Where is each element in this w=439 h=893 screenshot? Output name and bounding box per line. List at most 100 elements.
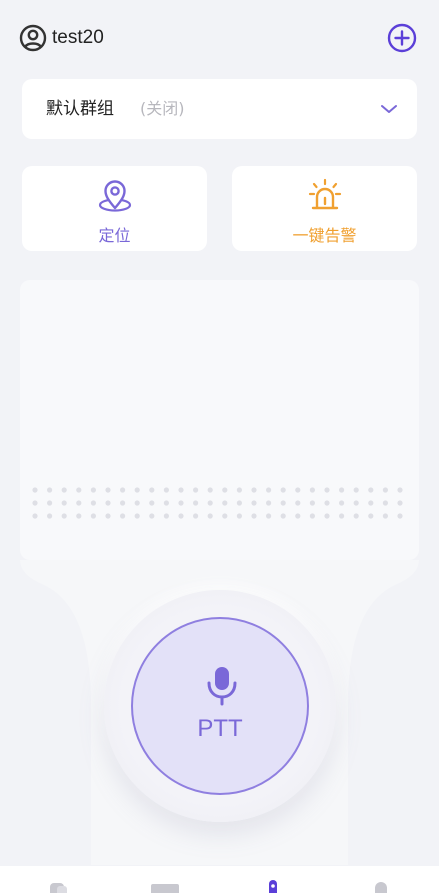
alarm-light-icon — [308, 178, 341, 210]
wave-dot — [382, 487, 388, 493]
wave-dot — [90, 513, 96, 519]
wave-dot — [178, 500, 184, 506]
wave-dot — [339, 500, 345, 506]
wave-dot — [382, 500, 388, 506]
wave-dot — [47, 513, 53, 519]
wave-dot — [266, 513, 272, 519]
alarm-label: 一键告警 — [292, 226, 357, 245]
wave-dot — [324, 500, 330, 506]
wave-dot — [295, 500, 301, 506]
wave-dot — [105, 513, 111, 519]
bottom-nav — [0, 866, 439, 893]
wave-dot — [120, 513, 126, 519]
wave-dot — [90, 500, 96, 506]
user-circle-icon[interactable] — [19, 24, 47, 52]
wave-dot — [266, 487, 272, 493]
wave-dot — [193, 500, 199, 506]
wave-dot — [149, 513, 155, 519]
wave-dot — [163, 513, 169, 519]
wave-dot — [236, 487, 242, 493]
wave-dot — [280, 487, 286, 493]
wave-dot — [149, 500, 155, 506]
voice-activity-panel — [20, 280, 419, 560]
talk-icon[interactable] — [258, 880, 288, 893]
wave-dot — [309, 487, 315, 493]
wave-dot — [32, 500, 38, 506]
wave-dot — [120, 487, 126, 493]
wave-dot — [32, 513, 38, 519]
wave-dot — [280, 500, 286, 506]
ptt-button[interactable]: PTT — [131, 617, 309, 795]
wave-dot — [309, 513, 315, 519]
wave-dot — [61, 513, 67, 519]
wave-dot — [324, 487, 330, 493]
wave-dot — [353, 487, 359, 493]
wave-dot — [47, 500, 53, 506]
wave-dot — [193, 487, 199, 493]
wave-dot — [178, 513, 184, 519]
wave-dot — [397, 513, 403, 519]
wave-dot — [134, 500, 140, 506]
wave-dot — [236, 500, 242, 506]
wave-dot — [222, 500, 228, 506]
wave-dot — [309, 500, 315, 506]
wave-dot — [105, 500, 111, 506]
wave-dot — [236, 513, 242, 519]
wave-dot — [295, 513, 301, 519]
wave-dot — [251, 487, 257, 493]
wave-dot — [397, 487, 403, 493]
wave-dot — [368, 487, 374, 493]
wave-dot — [61, 487, 67, 493]
wave-dot — [90, 487, 96, 493]
plus-circle-icon[interactable] — [386, 22, 418, 54]
chevron-down-icon[interactable] — [379, 101, 399, 117]
wave-dot — [134, 513, 140, 519]
location-pin-icon — [98, 180, 131, 212]
wave-dot — [76, 500, 82, 506]
wave-dot — [149, 487, 155, 493]
wave-dot — [207, 513, 213, 519]
microphone-icon — [207, 667, 237, 706]
wave-dot — [222, 513, 228, 519]
wave-dot — [193, 513, 199, 519]
group-status: (关闭) — [140, 99, 185, 118]
wave-dot — [251, 500, 257, 506]
wave-dot — [76, 513, 82, 519]
wave-dot — [76, 487, 82, 493]
wave-dot — [368, 500, 374, 506]
wave-dot — [339, 487, 345, 493]
group-name: 默认群组 — [46, 99, 114, 119]
wave-dot — [353, 500, 359, 506]
wave-dot — [280, 513, 286, 519]
group-selector[interactable]: 默认群组 (关闭) — [22, 79, 417, 139]
wave-dot — [47, 487, 53, 493]
ptt-label: PTT — [197, 715, 243, 742]
wave-dot — [251, 513, 257, 519]
wave-dot — [382, 513, 388, 519]
header: test20 — [0, 0, 439, 74]
wave-dot — [324, 513, 330, 519]
wave-dot — [295, 487, 301, 493]
wave-dot — [266, 500, 272, 506]
waveform-dots — [32, 487, 403, 519]
wave-dot — [207, 500, 213, 506]
profile-icon[interactable] — [366, 880, 396, 893]
wave-dot — [178, 487, 184, 493]
contacts-icon[interactable] — [44, 880, 74, 893]
username: test20 — [52, 27, 104, 48]
wave-dot — [105, 487, 111, 493]
wave-dot — [222, 487, 228, 493]
wave-dot — [134, 487, 140, 493]
wave-dot — [397, 500, 403, 506]
messages-icon[interactable] — [150, 880, 180, 893]
wave-dot — [61, 500, 67, 506]
wave-dot — [368, 513, 374, 519]
locate-label: 定位 — [98, 226, 131, 245]
wave-dot — [339, 513, 345, 519]
wave-dot — [207, 487, 213, 493]
locate-button[interactable]: 定位 — [22, 166, 207, 251]
wave-dot — [163, 487, 169, 493]
wave-dot — [32, 487, 38, 493]
wave-dot — [120, 500, 126, 506]
alarm-button[interactable]: 一键告警 — [232, 166, 417, 251]
